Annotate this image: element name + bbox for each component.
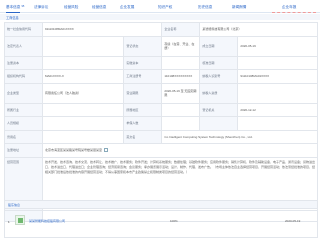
field-label: 人员规模 xyxy=(4,116,43,131)
business-scope-text: 技术开发、技术咨询、技术交流、技术转让、技术推广、技术服务；软件开发；计算机系统… xyxy=(45,159,316,175)
tab-ip[interactable]: 知识产权 xyxy=(158,3,172,11)
field-label: 纳税人资质 xyxy=(199,82,239,104)
field-value: 110108XXXXXXXXX xyxy=(161,69,201,84)
subscription-date: 2020-05-19 xyxy=(285,219,301,223)
tab-basic-info[interactable]: 基本信息 95 xyxy=(6,3,24,13)
table-row: 组织机构代码 MA01XXXX-X 工商注册号 110108XXXXXXXXX … xyxy=(4,69,318,84)
field-value: 2020-05-19 xyxy=(237,35,318,57)
field-label: 企业类型 xyxy=(4,82,43,104)
field-label: 企业名称 xyxy=(161,22,201,37)
field-value: MA01XXXX-X xyxy=(41,69,125,84)
field-label: 纳税人识别号 xyxy=(199,69,239,84)
section-title: 工商信息 xyxy=(6,16,19,20)
table-row: 曾用名 英文名 Co Intelligent Computing System … xyxy=(4,129,318,144)
shareholder-name-link[interactable]: 某某智能科技控股有限公司 xyxy=(29,219,65,223)
field-label: 所属地区 xyxy=(123,102,163,117)
field-label: 登记状态 xyxy=(123,35,163,57)
table-row: 注册资本 实缴资本 核准日期 xyxy=(4,55,318,70)
map-icon[interactable] xyxy=(104,148,109,153)
field-label: 营业期限 xyxy=(123,82,163,104)
field-value: 存续（在营、开业、在册） xyxy=(161,35,201,57)
field-label: 注册资本 xyxy=(4,55,43,70)
field-label: 统一社会信用代码 xyxy=(4,22,43,37)
tab-legal[interactable]: 法律诉讼 xyxy=(34,3,48,11)
table-row: 法定代表人 登记状态 存续（在营、开业、在册） 成立日期 2020-05-19 xyxy=(4,35,318,57)
field-value xyxy=(161,116,201,131)
field-value: 2020-12-12 xyxy=(237,102,318,117)
tab-news[interactable]: 新闻舆情 xyxy=(232,3,246,11)
field-label: 曾用名 xyxy=(4,129,43,144)
tab-badge: 95 xyxy=(21,5,25,8)
field-value xyxy=(161,102,201,117)
field-value: 有限责任公司（法人独资） xyxy=(41,82,125,104)
tab-development[interactable]: 企业发展 xyxy=(120,3,134,11)
field-value xyxy=(237,116,318,131)
field-label: 法定代表人 xyxy=(4,35,43,57)
tab-risk[interactable]: 经营风险 xyxy=(64,3,78,11)
shareholder-section-header: 股东信息 xyxy=(4,200,318,209)
field-label: 工商注册号 xyxy=(123,69,163,84)
field-value xyxy=(161,55,201,70)
field-label: 参保人数 xyxy=(123,116,163,131)
field-value: 2020-05-19 至 无固定期限 xyxy=(161,82,201,104)
shareholder-section-title: 股东信息 xyxy=(8,203,21,207)
tab-annual-report[interactable]: 企业年报 xyxy=(282,3,296,11)
field-value xyxy=(237,55,318,70)
tab-history[interactable]: 历史信息 xyxy=(198,3,212,11)
table-row: 所属行业 所属地区 登记机关 2020-12-12 xyxy=(4,102,318,117)
field-label: 注册地址 xyxy=(4,143,43,158)
table-row: 企业类型 有限责任公司（法人独资） 营业期限 2020-05-19 至 无固定期… xyxy=(4,82,318,104)
table-row: 统一社会信用代码 91110108MA01XXXX 企业名称 某智能科技有限公司… xyxy=(4,22,318,37)
table-row: 人员规模 参保人数 xyxy=(4,116,318,131)
field-value xyxy=(41,55,125,70)
business-info-table: 统一社会信用代码 91110108MA01XXXX 企业名称 某智能科技有限公司… xyxy=(4,22,318,222)
field-value: Co Intelligent Computing System Technolo… xyxy=(161,129,318,144)
field-value xyxy=(41,102,125,117)
dashed-divider xyxy=(272,12,316,13)
field-label: 实缴资本 xyxy=(123,55,163,70)
field-value xyxy=(237,82,318,104)
field-value xyxy=(41,129,125,144)
row-index: 1 xyxy=(8,220,10,224)
field-value: 某智能科技有限公司（北京） xyxy=(199,22,318,37)
field-label: 组织机构代码 xyxy=(4,69,43,84)
shareholder-row[interactable]: 1 某某智能科技控股有限公司 100% 2020-05-19 xyxy=(4,210,318,238)
field-label: 成立日期 xyxy=(199,35,239,57)
section-header xyxy=(0,14,320,20)
share-percentage: 100% xyxy=(170,219,178,223)
field-value: 91110108MA01XXXX xyxy=(237,69,318,84)
field-label: 所属行业 xyxy=(4,102,43,117)
company-logo-icon xyxy=(15,215,25,225)
field-label xyxy=(199,116,239,131)
table-row: 注册地址 北京市海淀区某某路某号院某号楼某层某室 xyxy=(4,143,318,158)
field-value xyxy=(41,35,125,57)
field-value: 北京市海淀区某某路某号院某号楼某层某室 xyxy=(42,143,318,158)
field-value: 91110108MA01XXXX xyxy=(41,22,163,37)
field-label: 登记机关 xyxy=(199,102,239,117)
field-label: 核准日期 xyxy=(199,55,239,70)
field-value xyxy=(41,116,125,131)
tab-operation[interactable]: 经营信息 xyxy=(92,3,106,11)
field-label: 英文名 xyxy=(123,129,163,144)
